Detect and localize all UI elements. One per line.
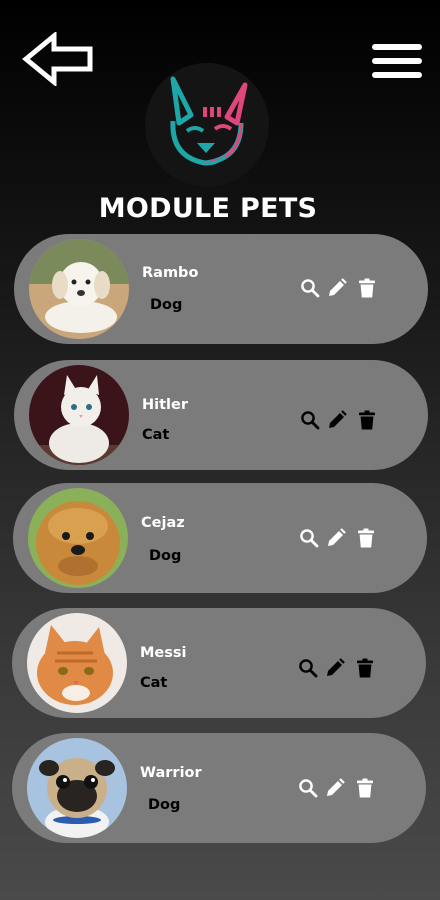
view-pet-button[interactable] (300, 278, 320, 298)
orange-tabby-cat-photo (27, 613, 127, 713)
trash-icon (359, 410, 375, 430)
pet-card-hitler[interactable]: Hitler Cat (14, 360, 428, 470)
pet-name: Rambo (142, 265, 199, 281)
trash-icon (357, 778, 373, 798)
edit-pet-button[interactable] (326, 528, 346, 548)
view-pet-button[interactable] (299, 528, 319, 548)
pencil-icon (327, 658, 345, 676)
white-puppy-photo (29, 239, 129, 339)
hamburger-menu-icon (372, 44, 422, 78)
search-icon (299, 659, 318, 678)
pet-name: Hitler (142, 397, 188, 413)
pet-card-messi[interactable]: Messi Cat (12, 608, 426, 718)
delete-pet-button[interactable] (355, 778, 375, 798)
edit-pet-button[interactable] (327, 410, 347, 430)
search-icon (301, 279, 320, 298)
pencil-icon (328, 528, 346, 546)
pet-type: Cat (142, 427, 170, 443)
pet-type: Dog (148, 797, 181, 813)
pet-type: Dog (149, 548, 182, 564)
menu-button[interactable] (372, 44, 422, 78)
pet-type: Dog (150, 297, 183, 313)
trash-icon (357, 658, 373, 678)
trash-icon (359, 278, 375, 298)
pet-name: Cejaz (141, 515, 185, 531)
french-bulldog-logo (145, 63, 269, 187)
edit-pet-button[interactable] (327, 278, 347, 298)
trash-icon (358, 528, 374, 548)
back-button[interactable] (22, 30, 94, 88)
pencil-icon (329, 410, 347, 428)
search-icon (300, 529, 319, 548)
yorkshire-terrier-photo (28, 488, 128, 588)
arrow-left-outline-icon (22, 30, 93, 88)
view-pet-button[interactable] (298, 658, 318, 678)
page-title: MODULE PETS (98, 193, 318, 224)
pet-name: Messi (140, 645, 187, 661)
search-icon (299, 779, 318, 798)
delete-pet-button[interactable] (357, 410, 377, 430)
view-pet-button[interactable] (300, 410, 320, 430)
pet-card-cejaz[interactable]: Cejaz Dog (13, 483, 427, 593)
pet-card-warrior[interactable]: Warrior Dog (12, 733, 426, 843)
edit-pet-button[interactable] (325, 778, 345, 798)
search-icon (301, 411, 320, 430)
delete-pet-button[interactable] (356, 528, 376, 548)
white-kitten-photo (29, 365, 129, 465)
pencil-icon (327, 778, 345, 796)
pet-name: Warrior (140, 765, 202, 781)
delete-pet-button[interactable] (355, 658, 375, 678)
edit-pet-button[interactable] (325, 658, 345, 678)
pencil-icon (329, 278, 347, 296)
view-pet-button[interactable] (298, 778, 318, 798)
pug-photo (27, 738, 127, 838)
pet-type: Cat (140, 675, 168, 691)
pet-card-rambo[interactable]: Rambo Dog (14, 234, 428, 344)
delete-pet-button[interactable] (357, 278, 377, 298)
